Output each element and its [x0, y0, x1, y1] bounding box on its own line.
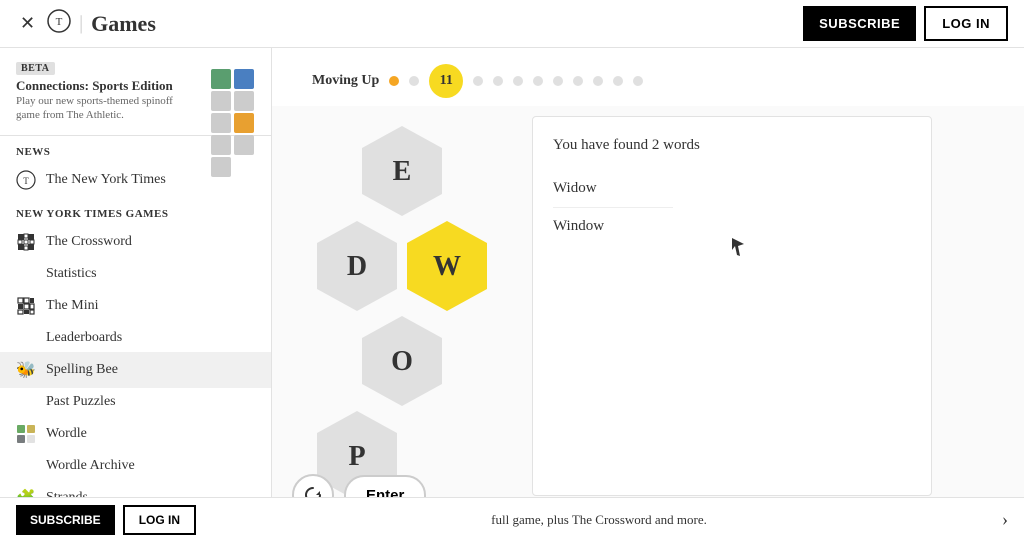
- dot-gray-4: [513, 76, 523, 86]
- sidebar-item-strands[interactable]: 🧩 Strands: [0, 480, 271, 497]
- refresh-icon: [303, 485, 323, 497]
- svg-text:P: P: [348, 441, 365, 472]
- beta-text: BETA Connections: Sports Edition Play ou…: [16, 60, 199, 123]
- progress-bar-area: Moving Up 11: [272, 48, 1024, 106]
- strands-icon: 🧩: [16, 488, 36, 497]
- sidebar-item-spelling-bee[interactable]: 🐝 Spelling Bee: [0, 352, 271, 388]
- sidebar-item-wordle-archive[interactable]: Wordle Archive: [0, 452, 271, 480]
- sidebar: BETA Connections: Sports Edition Play ou…: [0, 48, 272, 497]
- game-controls: Enter: [292, 474, 426, 497]
- progress-number: 11: [429, 64, 463, 98]
- hex-board: E D W O: [292, 116, 512, 496]
- connections-sports-icon: [211, 69, 255, 113]
- crossword-label: The Crossword: [46, 234, 132, 250]
- subscribe-button[interactable]: SUBSCRIBE: [803, 6, 916, 41]
- header: ✕ T | Games SUBSCRIBE LOG IN: [0, 0, 1024, 48]
- svg-text:E: E: [393, 156, 412, 187]
- dot-gray-9: [613, 76, 623, 86]
- nyt-label: The New York Times: [46, 172, 166, 188]
- header-left: ✕ T | Games: [16, 9, 156, 39]
- beta-badge: BETA: [16, 62, 55, 75]
- hex-W[interactable]: W: [407, 221, 487, 311]
- dot-gray-10: [633, 76, 643, 86]
- mini-icon: [16, 296, 36, 316]
- beta-title: Connections: Sports Edition: [16, 78, 199, 94]
- mini-label: The Mini: [46, 298, 99, 314]
- game-board-row: E D W O: [272, 106, 1024, 497]
- bottom-banner-actions: SUBSCRIBE LOG IN: [16, 505, 196, 535]
- dot-gray-7: [573, 76, 583, 86]
- bottom-banner-text: full game, plus The Crossword and more.: [491, 512, 707, 528]
- enter-button[interactable]: Enter: [344, 475, 426, 498]
- delete-button[interactable]: [292, 474, 334, 497]
- svg-text:T: T: [56, 16, 63, 28]
- sidebar-item-crossword[interactable]: The Crossword: [0, 224, 271, 260]
- sidebar-item-wordle[interactable]: Wordle: [0, 416, 271, 452]
- beta-desc: Play our new sports-themed spinoff game …: [16, 94, 199, 123]
- hex-D[interactable]: D: [317, 221, 397, 311]
- logo-divider: |: [79, 12, 83, 35]
- dot-gray-3: [493, 76, 503, 86]
- login-button[interactable]: LOG IN: [924, 6, 1008, 41]
- leaderboards-label: Leaderboards: [46, 330, 122, 346]
- site-title: Games: [91, 11, 156, 37]
- hex-svg: E D W O: [292, 116, 512, 496]
- word-window: Window: [553, 208, 673, 245]
- main-layout: BETA Connections: Sports Edition Play ou…: [0, 48, 1024, 497]
- beta-banner[interactable]: BETA Connections: Sports Edition Play ou…: [0, 48, 271, 136]
- progress-label: Moving Up: [312, 73, 379, 89]
- statistics-label: Statistics: [46, 266, 97, 282]
- svg-text:D: D: [347, 251, 367, 282]
- bottom-arrow-icon[interactable]: ›: [1002, 509, 1008, 530]
- sidebar-item-mini[interactable]: The Mini: [0, 288, 271, 324]
- spelling-bee-icon: 🐝: [16, 360, 36, 380]
- dot-gray-2: [473, 76, 483, 86]
- nyt-logo-icon: T: [47, 9, 71, 39]
- dot-gray-5: [533, 76, 543, 86]
- nyt-icon: T: [16, 170, 36, 190]
- svg-text:W: W: [433, 251, 461, 282]
- bottom-login-button[interactable]: LOG IN: [123, 505, 196, 535]
- wordle-archive-label: Wordle Archive: [46, 458, 135, 474]
- strands-label: Strands: [46, 490, 88, 497]
- dot-gray-8: [593, 76, 603, 86]
- sidebar-item-statistics[interactable]: Statistics: [0, 260, 271, 288]
- header-right: SUBSCRIBE LOG IN: [803, 6, 1008, 41]
- hex-E[interactable]: E: [362, 126, 442, 216]
- sidebar-item-past-puzzles[interactable]: Past Puzzles: [0, 388, 271, 416]
- wordle-label: Wordle: [46, 426, 87, 442]
- content-area: Moving Up 11: [272, 48, 1024, 497]
- dot-gray-6: [553, 76, 563, 86]
- close-button[interactable]: ✕: [16, 9, 39, 38]
- bottom-banner: SUBSCRIBE LOG IN full game, plus The Cro…: [0, 497, 1024, 541]
- svg-text:T: T: [23, 176, 29, 186]
- hex-O[interactable]: O: [362, 316, 442, 406]
- games-section-label: NEW YORK TIMES GAMES: [0, 198, 271, 224]
- dot-gray-1: [409, 76, 419, 86]
- dot-orange: [389, 76, 399, 86]
- words-panel: You have found 2 words Widow Window: [532, 116, 932, 496]
- crossword-icon: [16, 232, 36, 252]
- word-widow: Widow: [553, 170, 673, 208]
- bottom-subscribe-button[interactable]: SUBSCRIBE: [16, 505, 115, 535]
- sidebar-item-leaderboards[interactable]: Leaderboards: [0, 324, 271, 352]
- svg-text:O: O: [391, 346, 413, 377]
- spelling-bee-label: Spelling Bee: [46, 362, 118, 378]
- wordle-icon: [16, 424, 36, 444]
- words-found-title: You have found 2 words: [553, 137, 911, 154]
- past-puzzles-label: Past Puzzles: [46, 394, 116, 410]
